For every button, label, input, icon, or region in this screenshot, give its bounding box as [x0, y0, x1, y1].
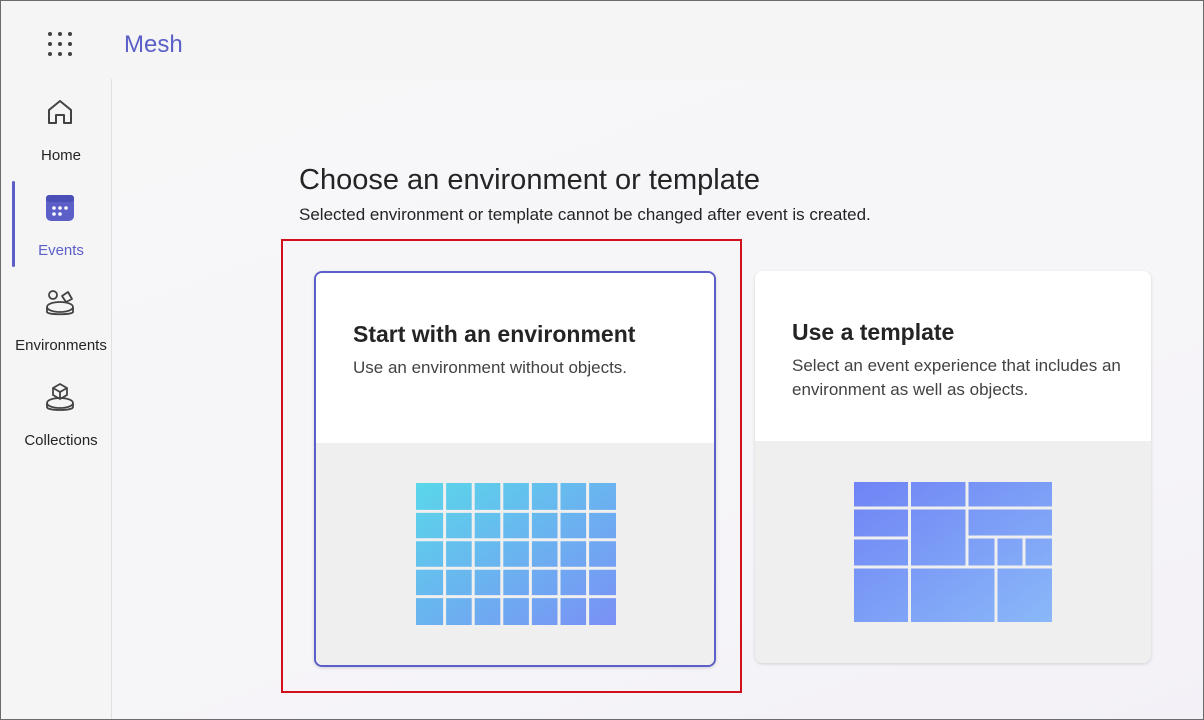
card-title: Start with an environment [353, 321, 636, 347]
use-template-card[interactable]: Use a template Select an event experienc… [755, 271, 1151, 663]
rail-item-label: Home [40, 147, 81, 164]
card-preview [755, 441, 1151, 663]
rail-item-label: Events [38, 242, 84, 259]
rail-item-environments[interactable]: Environments [1, 274, 111, 364]
template-mosaic-icon [854, 482, 1052, 622]
app-title: Mesh [124, 31, 183, 58]
rail-item-home[interactable]: Home [1, 84, 111, 174]
card-header: Start with an environment Use an environ… [316, 273, 714, 443]
page-subtitle: Selected environment or template cannot … [299, 205, 871, 224]
left-rail: Home Events Environments Collections [1, 79, 112, 719]
rail-item-collections[interactable]: Collections [1, 369, 111, 459]
card-description: Use an environment without objects. [353, 358, 628, 377]
calendar-icon [46, 195, 74, 221]
card-header: Use a template Select an event experienc… [755, 271, 1151, 441]
card-title: Use a template [792, 319, 955, 345]
card-description: Select an event experience that includes… [792, 356, 1121, 399]
top-bar: Mesh [1, 1, 1203, 79]
app-launcher-icon[interactable] [47, 31, 73, 57]
rail-item-label: Environments [15, 337, 107, 354]
collections-icon [46, 383, 74, 411]
page-title: Choose an environment or template [299, 164, 761, 196]
rail-item-events[interactable]: Events [1, 179, 111, 269]
environment-grid-icon [416, 483, 616, 625]
rail-item-label: Collections [24, 432, 98, 449]
home-icon [48, 100, 72, 124]
card-preview [316, 443, 714, 665]
environments-icon [46, 290, 74, 316]
start-with-environment-card[interactable]: Start with an environment Use an environ… [314, 271, 716, 667]
app-window: Mesh Home Events Environments Collection… [0, 0, 1204, 720]
